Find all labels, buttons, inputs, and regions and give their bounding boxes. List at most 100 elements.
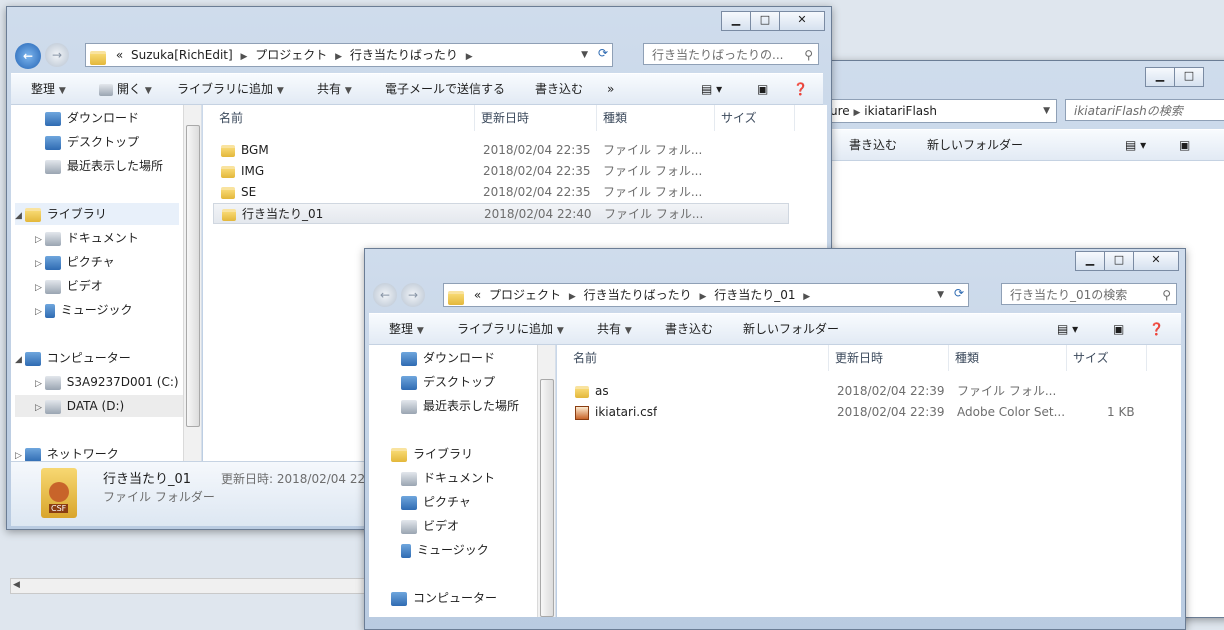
win2-organize-button[interactable]: 整理 ▼	[389, 314, 424, 346]
win2-col-size[interactable]: サイズ	[1067, 345, 1147, 371]
win2-crumb-2[interactable]: 行き当たりばったり	[584, 288, 692, 302]
win2-col-date[interactable]: 更新日時	[829, 345, 949, 371]
win1-search-input[interactable]: 行き当たりばったりの... ⚲	[643, 43, 819, 65]
win2-nav-desktop[interactable]: デスクトップ	[401, 371, 495, 393]
win2-preview-pane-icon[interactable]: ▣	[1113, 314, 1124, 344]
col-type[interactable]: 種類	[597, 105, 715, 131]
expand-icon[interactable]: ▷	[35, 379, 45, 389]
expand-icon[interactable]: ◢	[15, 211, 25, 221]
chevron-down-icon[interactable]: ▼	[1043, 106, 1050, 116]
win2-nav-downloads[interactable]: ダウンロード	[401, 347, 495, 369]
bg-new-folder-button[interactable]: 新しいフォルダー	[927, 130, 1023, 160]
file-row-ikiatari01[interactable]: 行き当たり_01 2018/02/04 22:40 ファイル フォル...	[213, 203, 789, 224]
win1-crumb-1[interactable]: Suzuka[RichEdit]	[131, 48, 233, 62]
search-icon[interactable]: ⚲	[804, 44, 813, 66]
expand-icon[interactable]: ▷	[35, 307, 45, 317]
win2-nav-music[interactable]: ミュージック	[401, 539, 489, 561]
expand-icon[interactable]: ▷	[35, 235, 45, 245]
win2-share-button[interactable]: 共有 ▼	[597, 314, 632, 346]
preview-pane-icon[interactable]: ▣	[757, 74, 768, 104]
win2-add-library-button[interactable]: ライブラリに追加 ▼	[457, 314, 564, 346]
file-row-img[interactable]: IMG 2018/02/04 22:35 ファイル フォル...	[213, 161, 789, 182]
win2-nav-pictures[interactable]: ピクチャ	[401, 491, 471, 513]
nav-pictures[interactable]: ▷ ピクチャ	[35, 251, 115, 273]
win2-nav-library[interactable]: ライブラリ	[391, 443, 473, 465]
scroll-left-icon[interactable]: ◀	[13, 580, 20, 590]
nav-library[interactable]: ◢ ライブラリ	[15, 203, 179, 225]
file-row-as[interactable]: as 2018/02/04 22:39 ファイル フォル...	[567, 381, 1147, 402]
win2-nav-scrollbar[interactable]	[537, 345, 555, 617]
win2-search-input[interactable]: 行き当たり_01の検索 ⚲	[1001, 283, 1177, 305]
win2-close-button[interactable]: ✕	[1133, 251, 1179, 271]
refresh-icon[interactable]: ⟳	[598, 46, 608, 60]
win2-nav-videos[interactable]: ビデオ	[401, 515, 459, 537]
file-row-se[interactable]: SE 2018/02/04 22:35 ファイル フォル...	[213, 182, 789, 203]
win2-view-options-icon[interactable]: ▤ ▾	[1057, 314, 1078, 344]
win2-address-bar[interactable]: « プロジェクト ▶ 行き当たりばったり ▶ 行き当たり_01 ▶ ▼ ⟳	[443, 283, 969, 307]
nav-drive-c[interactable]: ▷ S3A9237D001 (C:)	[35, 371, 179, 393]
more-button[interactable]: »	[607, 74, 614, 104]
expand-icon[interactable]: ▷	[15, 451, 25, 461]
nav-desktop[interactable]: デスクトップ	[45, 131, 139, 153]
open-button[interactable]: 開く ▼	[99, 74, 152, 106]
chevron-right-icon[interactable]: ▶	[241, 52, 248, 62]
chevron-right-icon[interactable]: ▶	[335, 52, 342, 62]
win2-new-folder-button[interactable]: 新しいフォルダー	[743, 314, 839, 344]
bg-minimize-button[interactable]: ▁	[1145, 67, 1175, 87]
nav-network[interactable]: ▷ ネットワーク	[15, 443, 119, 461]
chevron-right-icon[interactable]: ▶	[699, 292, 706, 302]
email-button[interactable]: 電子メールで送信する	[385, 74, 505, 104]
win2-crumb-3[interactable]: 行き当たり_01	[714, 288, 795, 302]
win2-col-type[interactable]: 種類	[949, 345, 1067, 371]
chevron-down-icon[interactable]: ▼	[937, 290, 944, 300]
help-icon[interactable]: ❓	[793, 74, 808, 104]
bg-address-bar[interactable]: ure ▶ ikiatariFlash ▼	[823, 99, 1057, 123]
forward-button[interactable]: →	[45, 43, 69, 67]
nav-recent[interactable]: 最近表示した場所	[45, 155, 163, 177]
organize-button[interactable]: 整理 ▼	[31, 74, 66, 106]
win1-nav-scrollbar[interactable]	[183, 105, 201, 461]
nav-computer[interactable]: ◢ コンピューター	[15, 347, 131, 369]
bg-burn-button[interactable]: 書き込む	[849, 130, 897, 160]
win2-burn-button[interactable]: 書き込む	[665, 314, 713, 344]
win1-address-bar[interactable]: « Suzuka[RichEdit] ▶ プロジェクト ▶ 行き当たりばったり …	[85, 43, 613, 67]
add-library-button[interactable]: ライブラリに追加 ▼	[177, 74, 284, 106]
scroll-thumb[interactable]	[186, 125, 200, 427]
chevron-right-icon[interactable]: ▶	[803, 292, 810, 302]
file-row-ikiatari-csf[interactable]: ikiatari.csf 2018/02/04 22:39 Adobe Colo…	[567, 402, 1147, 423]
file-row-bgm[interactable]: BGM 2018/02/04 22:35 ファイル フォル...	[213, 140, 789, 161]
nav-drive-d[interactable]: ▷ DATA (D:)	[15, 395, 199, 417]
nav-documents[interactable]: ▷ ドキュメント	[35, 227, 139, 249]
expand-icon[interactable]: ▷	[35, 259, 45, 269]
view-options-icon[interactable]: ▤ ▾	[701, 74, 722, 104]
win2-forward-button[interactable]: →	[401, 283, 425, 307]
win2-col-name[interactable]: 名前	[567, 345, 829, 371]
nav-downloads[interactable]: ダウンロード	[45, 107, 139, 129]
share-button[interactable]: 共有 ▼	[317, 74, 352, 106]
win2-nav-computer[interactable]: コンピューター	[391, 587, 497, 609]
win2-minimize-button[interactable]: ▁	[1075, 251, 1105, 271]
win2-back-button[interactable]: ←	[373, 283, 397, 307]
col-name[interactable]: 名前	[213, 105, 475, 131]
scroll-thumb[interactable]	[540, 379, 554, 617]
win1-close-button[interactable]: ✕	[779, 11, 825, 31]
expand-icon[interactable]: ◢	[15, 355, 25, 365]
chevron-down-icon[interactable]: ▼	[581, 50, 588, 60]
bg-crumb-last[interactable]: ikiatariFlash	[864, 104, 937, 118]
chevron-right-icon[interactable]: ▶	[466, 52, 473, 62]
col-date[interactable]: 更新日時	[475, 105, 597, 131]
nav-music[interactable]: ▷ ミュージック	[35, 299, 133, 321]
win1-crumb-2[interactable]: プロジェクト	[255, 48, 327, 62]
background-horizontal-scrollbar[interactable]: ◀	[10, 578, 366, 594]
search-icon[interactable]: ⚲	[1162, 284, 1171, 306]
bg-preview-pane-icon[interactable]: ▣	[1179, 130, 1190, 160]
col-size[interactable]: サイズ	[715, 105, 795, 131]
win2-help-icon[interactable]: ❓	[1149, 314, 1164, 344]
expand-icon[interactable]: ▷	[35, 283, 45, 293]
win1-maximize-button[interactable]: □	[750, 11, 780, 31]
nav-videos[interactable]: ▷ ビデオ	[35, 275, 103, 297]
win1-crumb-3[interactable]: 行き当たりばったり	[350, 48, 458, 62]
win2-nav-recent[interactable]: 最近表示した場所	[401, 395, 519, 417]
bg-view-icon[interactable]: ▤ ▾	[1125, 130, 1146, 160]
burn-button[interactable]: 書き込む	[535, 74, 583, 104]
